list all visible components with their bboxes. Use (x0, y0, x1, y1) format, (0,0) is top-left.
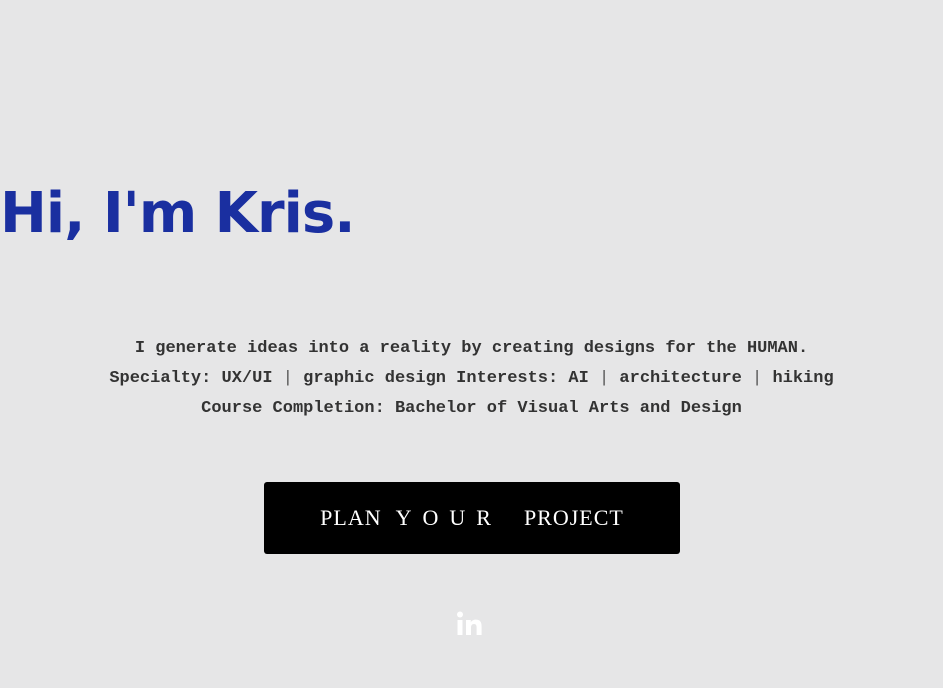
hero-title: Hi, I'm Kris. (0, 181, 355, 246)
architecture-text: architecture (619, 369, 742, 388)
separator: | (282, 369, 293, 388)
bio-line-tagline: I generate ideas into a reality by creat… (134, 339, 809, 358)
cta-word-your: YOUR (395, 505, 502, 530)
hiking-text: hiking (772, 369, 834, 388)
graphic-design-interests-text: graphic design Interests: AI (303, 369, 589, 388)
linkedin-icon[interactable] (456, 610, 488, 642)
cta-word-plan: PLAN (320, 505, 382, 530)
bio-text: I generate ideas into a reality by creat… (0, 334, 943, 424)
bio-line-specialty: Specialty: UX/UI | graphic design Intere… (0, 364, 943, 394)
plan-your-project-button[interactable]: PLAN YOUR PROJECT (264, 482, 680, 554)
cta-word-project: PROJECT (523, 505, 624, 530)
separator: | (599, 369, 610, 388)
linkedin-glyph (457, 611, 482, 635)
specialty-label: Specialty: UX/UI (109, 369, 273, 388)
bio-line-course: Course Completion: Bachelor of Visual Ar… (201, 399, 742, 418)
separator: | (752, 369, 763, 388)
